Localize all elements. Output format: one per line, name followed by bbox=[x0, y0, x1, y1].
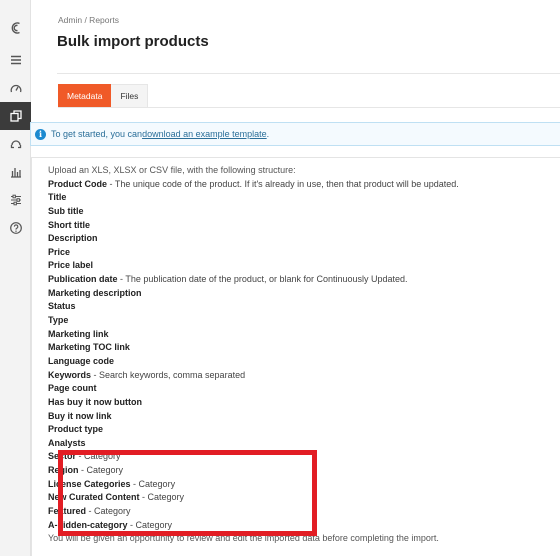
field-row: Keywords - Search keywords, comma separa… bbox=[48, 369, 548, 383]
alert-suffix: . bbox=[266, 129, 270, 139]
field-description: - Search keywords, comma separated bbox=[91, 369, 246, 380]
tab-metadata[interactable]: Metadata bbox=[58, 84, 112, 108]
field-name: Has buy it now button bbox=[48, 396, 142, 407]
field-name: Description bbox=[48, 233, 98, 244]
field-row: Price label bbox=[48, 259, 548, 273]
products-icon[interactable] bbox=[0, 102, 31, 130]
intro-text: Upload an XLS, XLSX or CSV file, with th… bbox=[48, 165, 296, 175]
reports-icon[interactable] bbox=[0, 158, 31, 186]
field-name: Product type bbox=[48, 424, 104, 435]
field-row: Language code bbox=[48, 355, 548, 369]
field-row: Product Code - The unique code of the pr… bbox=[48, 178, 548, 192]
field-row: Marketing description bbox=[48, 287, 548, 301]
page-title: Bulk import products bbox=[57, 33, 209, 50]
field-name: Language code bbox=[48, 355, 115, 366]
menu-icon[interactable] bbox=[0, 46, 31, 74]
field-name: Page count bbox=[48, 383, 97, 394]
field-row: Price bbox=[48, 246, 548, 260]
field-row: Product type bbox=[48, 423, 548, 437]
tabs-divider bbox=[58, 107, 560, 108]
info-alert: i To get started, you can download an ex… bbox=[30, 122, 560, 146]
field-row: Has buy it now button bbox=[48, 396, 548, 410]
field-row: Description bbox=[48, 232, 548, 246]
header-divider bbox=[57, 73, 560, 74]
field-name: Status bbox=[48, 301, 76, 312]
field-description: - The unique code of the product. If it'… bbox=[107, 178, 459, 189]
field-row: Marketing link bbox=[48, 328, 548, 342]
field-name: Keywords bbox=[48, 369, 92, 380]
field-row: Analysts bbox=[48, 437, 548, 451]
field-name: Marketing description bbox=[48, 287, 142, 298]
field-name: Analysts bbox=[48, 437, 86, 448]
field-name: Buy it now link bbox=[48, 410, 112, 421]
field-name: Publication date bbox=[48, 274, 118, 285]
category-highlight-box bbox=[58, 450, 317, 536]
support-icon[interactable] bbox=[0, 130, 31, 158]
tab-bar: Metadata Files bbox=[58, 84, 149, 108]
field-row: Publication date - The publication date … bbox=[48, 273, 548, 287]
help-icon[interactable] bbox=[0, 214, 31, 242]
field-row: Marketing TOC link bbox=[48, 341, 548, 355]
field-row: Sub title bbox=[48, 205, 548, 219]
field-row: Buy it now link bbox=[48, 410, 548, 424]
field-description: - The publication date of the product, o… bbox=[117, 274, 408, 285]
tab-files[interactable]: Files bbox=[111, 84, 149, 108]
field-name: Sub title bbox=[48, 205, 84, 216]
field-row: Title bbox=[48, 191, 548, 205]
field-name: Marketing link bbox=[48, 328, 109, 339]
logo-icon[interactable] bbox=[0, 14, 31, 42]
field-name: Title bbox=[48, 192, 67, 203]
field-name: Marketing TOC link bbox=[48, 342, 130, 353]
field-row: Short title bbox=[48, 219, 548, 233]
settings-icon[interactable] bbox=[0, 186, 31, 214]
field-name: Price label bbox=[48, 260, 94, 271]
field-name: Type bbox=[48, 315, 69, 326]
dashboard-icon[interactable] bbox=[0, 75, 31, 103]
sidebar bbox=[0, 0, 31, 556]
field-row: Type bbox=[48, 314, 548, 328]
download-template-link[interactable]: download an example template bbox=[142, 129, 267, 139]
field-name: Price bbox=[48, 246, 71, 257]
field-row: Status bbox=[48, 300, 548, 314]
alert-text: To get started, you can bbox=[51, 129, 143, 139]
breadcrumb[interactable]: Admin / Reports bbox=[58, 15, 119, 25]
field-row: Page count bbox=[48, 382, 548, 396]
info-icon: i bbox=[35, 128, 46, 140]
field-name: Product Code bbox=[48, 178, 108, 189]
field-name: Short title bbox=[48, 219, 90, 230]
